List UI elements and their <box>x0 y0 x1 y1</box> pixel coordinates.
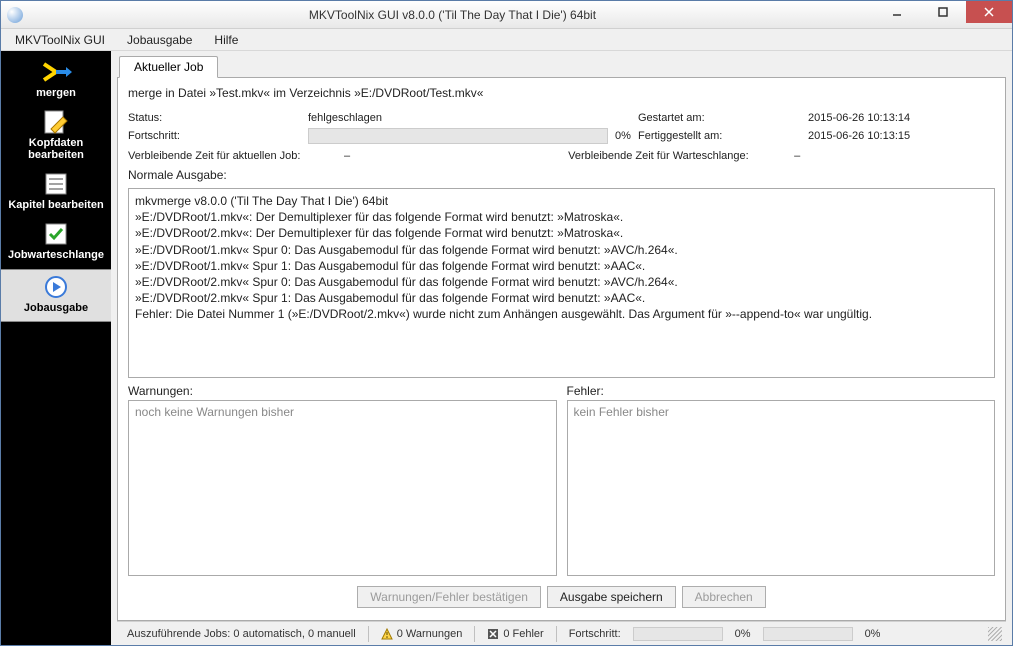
sidebar-item-label: mergen <box>36 87 76 99</box>
menu-help[interactable]: Hilfe <box>204 31 248 49</box>
sidebar-item-label: Kopfdaten bearbeiten <box>3 137 109 161</box>
job-description: merge in Datei »Test.mkv« im Verzeichnis… <box>128 86 995 100</box>
sidebar-item-label: Kapitel bearbeiten <box>8 199 103 211</box>
normal-output-box[interactable]: mkvmerge v8.0.0 ('Til The Day That I Die… <box>128 188 995 378</box>
button-row: Warnungen/Fehler bestätigen Ausgabe spei… <box>128 582 995 612</box>
errors-box[interactable]: kein Fehler bisher <box>567 400 996 576</box>
app-window: MKVToolNix GUI v8.0.0 ('Til The Day That… <box>0 0 1013 646</box>
remaining-job-value: – <box>344 150 350 162</box>
resize-grip-icon[interactable] <box>988 627 1002 641</box>
save-output-button[interactable]: Ausgabe speichern <box>547 586 676 608</box>
close-button[interactable] <box>966 1 1012 23</box>
warning-icon <box>381 628 393 640</box>
maximize-button[interactable] <box>920 1 966 23</box>
status-progress-1 <box>633 627 723 641</box>
merge-icon <box>40 59 72 85</box>
info-grid: Status: fehlgeschlagen Gestartet am: 201… <box>128 112 995 144</box>
tab-row: Aktueller Job <box>119 55 1006 77</box>
status-progress-2 <box>763 627 853 641</box>
menu-job-output[interactable]: Jobausgabe <box>117 31 202 49</box>
status-label: Status: <box>128 112 308 124</box>
status-progress-1-value: 0% <box>729 628 757 640</box>
progress-label: Fortschritt: <box>128 130 308 142</box>
edit-headers-icon <box>40 109 72 135</box>
sidebar-item-chapters[interactable]: Kapitel bearbeiten <box>1 167 111 217</box>
started-value: 2015-06-26 10:13:14 <box>808 112 988 124</box>
sidebar-item-output[interactable]: Jobausgabe <box>1 269 111 321</box>
sidebar-item-label: Jobwarteschlange <box>8 249 104 261</box>
status-progress-label: Fortschritt: <box>563 628 627 640</box>
main: Aktueller Job merge in Datei »Test.mkv« … <box>111 51 1012 645</box>
warn-error-row: Warnungen: noch keine Warnungen bisher F… <box>128 384 995 576</box>
finished-value: 2015-06-26 10:13:15 <box>808 130 988 142</box>
progress-value: 0% <box>608 130 638 142</box>
status-jobs: Auszuführende Jobs: 0 automatisch, 0 man… <box>121 628 362 640</box>
menu-app[interactable]: MKVToolNix GUI <box>5 31 115 49</box>
status-value: fehlgeschlagen <box>308 112 608 124</box>
remaining-row: Verbleibende Zeit für aktuellen Job: – V… <box>128 150 995 162</box>
error-icon <box>487 628 499 640</box>
errors-label: Fehler: <box>567 384 996 398</box>
chapters-icon <box>40 171 72 197</box>
titlebar: MKVToolNix GUI v8.0.0 ('Til The Day That… <box>1 1 1012 29</box>
output-icon <box>40 274 72 300</box>
sidebar-item-label: Jobausgabe <box>24 302 88 314</box>
remaining-queue-value: – <box>794 150 800 162</box>
menubar: MKVToolNix GUI Jobausgabe Hilfe <box>1 29 1012 51</box>
finished-label: Fertiggestellt am: <box>638 130 808 142</box>
sidebar-item-queue[interactable]: Jobwarteschlange <box>1 217 111 267</box>
ack-button[interactable]: Warnungen/Fehler bestätigen <box>357 586 541 608</box>
remaining-queue-label: Verbleibende Zeit für Warteschlange: <box>568 150 788 162</box>
abort-button[interactable]: Abbrechen <box>682 586 766 608</box>
content: merge in Datei »Test.mkv« im Verzeichnis… <box>117 77 1006 621</box>
status-progress-2-value: 0% <box>859 628 887 640</box>
sidebar-item-merge[interactable]: mergen <box>1 55 111 105</box>
body: mergen Kopfdaten bearbeiten Kapitel bear… <box>1 51 1012 645</box>
app-icon <box>7 7 23 23</box>
statusbar: Auszuführende Jobs: 0 automatisch, 0 man… <box>117 621 1006 645</box>
queue-icon <box>40 221 72 247</box>
started-label: Gestartet am: <box>638 112 808 124</box>
sidebar: mergen Kopfdaten bearbeiten Kapitel bear… <box>1 51 111 645</box>
warnings-label: Warnungen: <box>128 384 557 398</box>
window-controls <box>874 1 1012 28</box>
normal-output-label: Normale Ausgabe: <box>128 168 995 182</box>
window-title: MKVToolNix GUI v8.0.0 ('Til The Day That… <box>31 8 874 22</box>
progress-bar <box>308 128 608 144</box>
warnings-box[interactable]: noch keine Warnungen bisher <box>128 400 557 576</box>
status-warnings: 0 Warnungen <box>375 628 469 640</box>
status-errors: 0 Fehler <box>481 628 549 640</box>
remaining-job-label: Verbleibende Zeit für aktuellen Job: <box>128 150 338 162</box>
tab-current-job[interactable]: Aktueller Job <box>119 56 218 78</box>
minimize-button[interactable] <box>874 1 920 23</box>
sidebar-item-headers[interactable]: Kopfdaten bearbeiten <box>1 105 111 167</box>
